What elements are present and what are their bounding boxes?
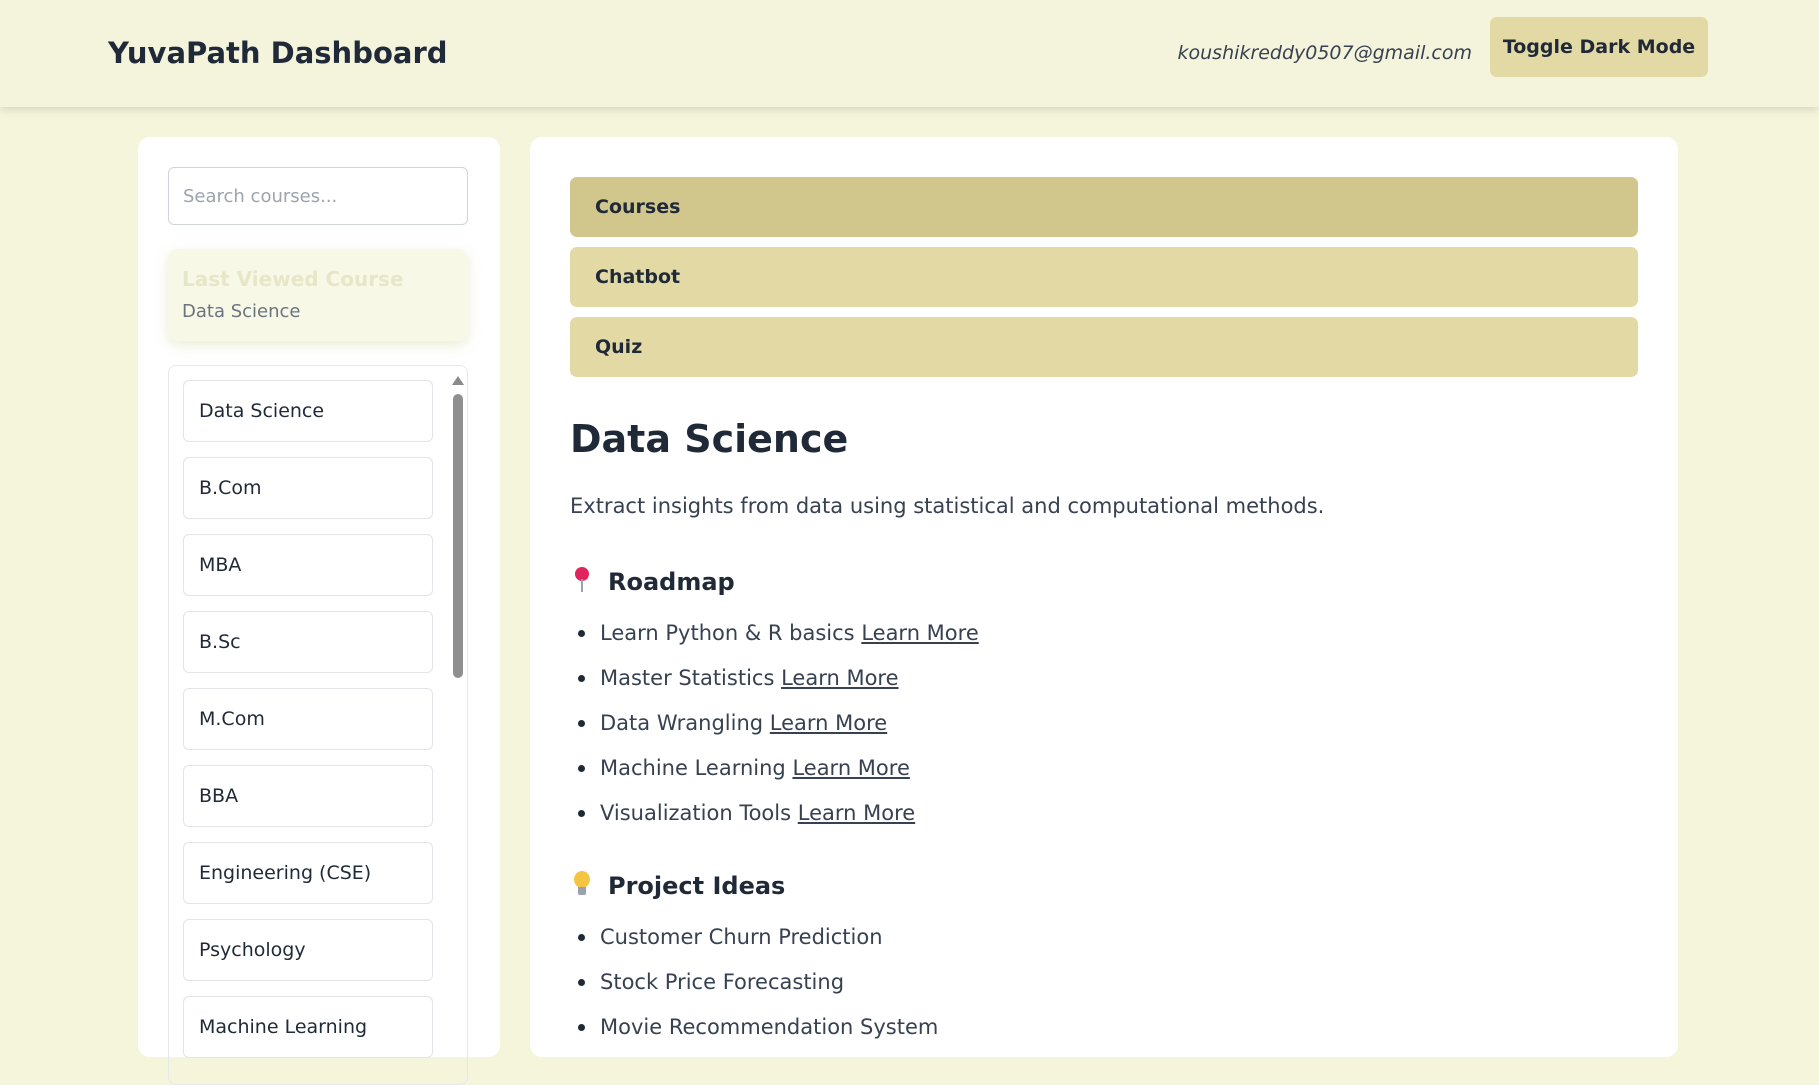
learn-more-link[interactable]: Learn More: [861, 621, 978, 645]
project-ideas-heading-label: Project Ideas: [608, 872, 786, 900]
list-item: Data Wrangling Learn More: [570, 708, 979, 753]
list-item: Learn Python & R basics Learn More: [570, 618, 979, 663]
user-email: koushikreddy0507@gmail.com: [1177, 42, 1473, 64]
search-input[interactable]: [168, 167, 468, 225]
course-list: Data Science B.Com MBA B.Sc M.Com BBA En…: [183, 380, 433, 1073]
project-idea-label: Customer Churn Prediction: [600, 925, 883, 949]
list-item: Machine Learning Learn More: [570, 753, 979, 798]
course-item-mcom[interactable]: M.Com: [183, 688, 433, 750]
course-item-psychology[interactable]: Psychology: [183, 919, 433, 981]
pin-icon: [572, 567, 592, 593]
list-item: Visualization Tools Learn More: [570, 798, 979, 843]
course-description: Extract insights from data using statist…: [570, 494, 1325, 518]
last-viewed-title: Last Viewed Course: [182, 267, 404, 291]
tab-chatbot[interactable]: Chatbot: [570, 247, 1638, 307]
roadmap-step-label: Learn Python & R basics: [600, 621, 855, 645]
learn-more-link[interactable]: Learn More: [781, 666, 898, 690]
toggle-dark-mode-button[interactable]: Toggle Dark Mode: [1490, 17, 1708, 77]
scroll-up-arrow-icon[interactable]: [452, 376, 464, 385]
roadmap-step-label: Master Statistics: [600, 666, 775, 690]
course-list-container: Data Science B.Com MBA B.Sc M.Com BBA En…: [168, 365, 468, 1085]
course-item-engineering-cse[interactable]: Engineering (CSE): [183, 842, 433, 904]
roadmap-list: Learn Python & R basics Learn More Maste…: [570, 618, 979, 843]
course-item-machine-learning[interactable]: Machine Learning: [183, 996, 433, 1058]
course-item-bba[interactable]: BBA: [183, 765, 433, 827]
learn-more-link[interactable]: Learn More: [798, 801, 915, 825]
tab-quiz[interactable]: Quiz: [570, 317, 1638, 377]
scrollbar-thumb[interactable]: [453, 394, 463, 678]
top-bar: YuvaPath Dashboard koushikreddy0507@gmai…: [0, 0, 1819, 107]
roadmap-step-label: Machine Learning: [600, 756, 786, 780]
main-panel: Courses Chatbot Quiz Data Science Extrac…: [530, 137, 1678, 1057]
roadmap-heading: Roadmap: [572, 567, 735, 596]
project-idea-label: Stock Price Forecasting: [600, 970, 845, 994]
list-item: Stock Price Forecasting: [570, 967, 938, 1012]
course-item-mba[interactable]: MBA: [183, 534, 433, 596]
project-ideas-list: Customer Churn Prediction Stock Price Fo…: [570, 922, 938, 1057]
app-title: YuvaPath Dashboard: [108, 36, 448, 70]
roadmap-step-label: Data Wrangling: [600, 711, 764, 735]
course-title: Data Science: [570, 417, 849, 461]
list-item: Customer Churn Prediction: [570, 922, 938, 967]
last-viewed-card[interactable]: Last Viewed Course Data Science: [168, 249, 468, 341]
last-viewed-course: Data Science: [182, 301, 301, 322]
sidebar: Last Viewed Course Data Science Data Sci…: [138, 137, 500, 1085]
scrollbar[interactable]: [449, 366, 465, 1084]
roadmap-heading-label: Roadmap: [608, 568, 735, 596]
course-item-bcom[interactable]: B.Com: [183, 457, 433, 519]
course-item-bsc[interactable]: B.Sc: [183, 611, 433, 673]
list-item: Movie Recommendation System: [570, 1012, 938, 1057]
learn-more-link[interactable]: Learn More: [792, 756, 909, 780]
project-idea-label: Movie Recommendation System: [600, 1015, 939, 1039]
tab-courses[interactable]: Courses: [570, 177, 1638, 237]
list-item: Master Statistics Learn More: [570, 663, 979, 708]
learn-more-link[interactable]: Learn More: [770, 711, 887, 735]
lightbulb-icon: [572, 871, 592, 897]
course-item-data-science[interactable]: Data Science: [183, 380, 433, 442]
project-ideas-heading: Project Ideas: [572, 871, 785, 900]
roadmap-step-label: Visualization Tools: [600, 801, 792, 825]
